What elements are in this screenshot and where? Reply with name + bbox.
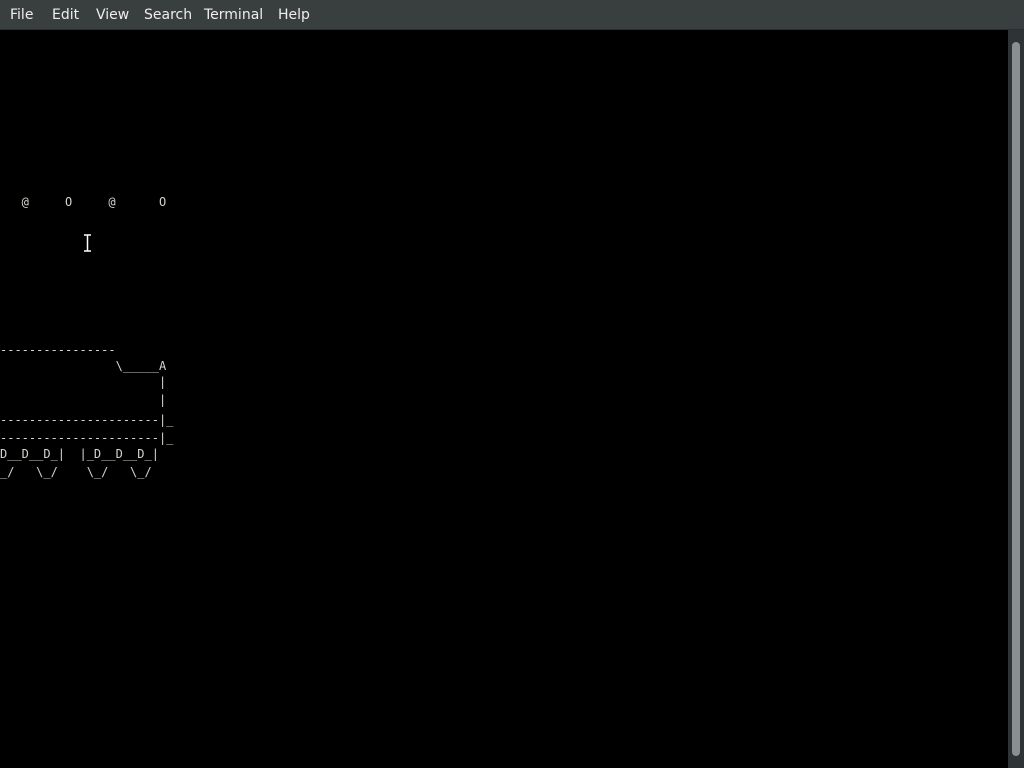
terminal-area[interactable]: @ O @ O ---------------- \_____A | | ---… [0,30,1008,768]
train-line: | [0,375,167,389]
scrollbar[interactable] [1008,30,1024,768]
menu-bar: File Edit View Search Terminal Help [0,0,1024,30]
menu-search[interactable]: Search [136,0,200,30]
train-line: _/ \_/ \_/ \_/ [0,465,152,479]
menu-file[interactable]: File [2,0,41,30]
scrollbar-thumb[interactable] [1012,42,1020,756]
menu-terminal[interactable]: Terminal [196,0,271,30]
menu-view[interactable]: View [88,0,137,30]
menu-help[interactable]: Help [270,0,318,30]
train-line: ---------------- [0,343,116,357]
i-beam-cursor-icon [84,234,91,252]
train-line: \_____A [0,359,167,373]
train-line: ----------------------|_ [0,413,174,427]
train-line: | [0,393,167,407]
menu-edit[interactable]: Edit [44,0,87,30]
train-line: ----------------------|_ [0,431,174,445]
smoke-line: @ O @ O [0,195,167,209]
train-line: D__D__D_| |_D__D__D_| [0,447,159,461]
